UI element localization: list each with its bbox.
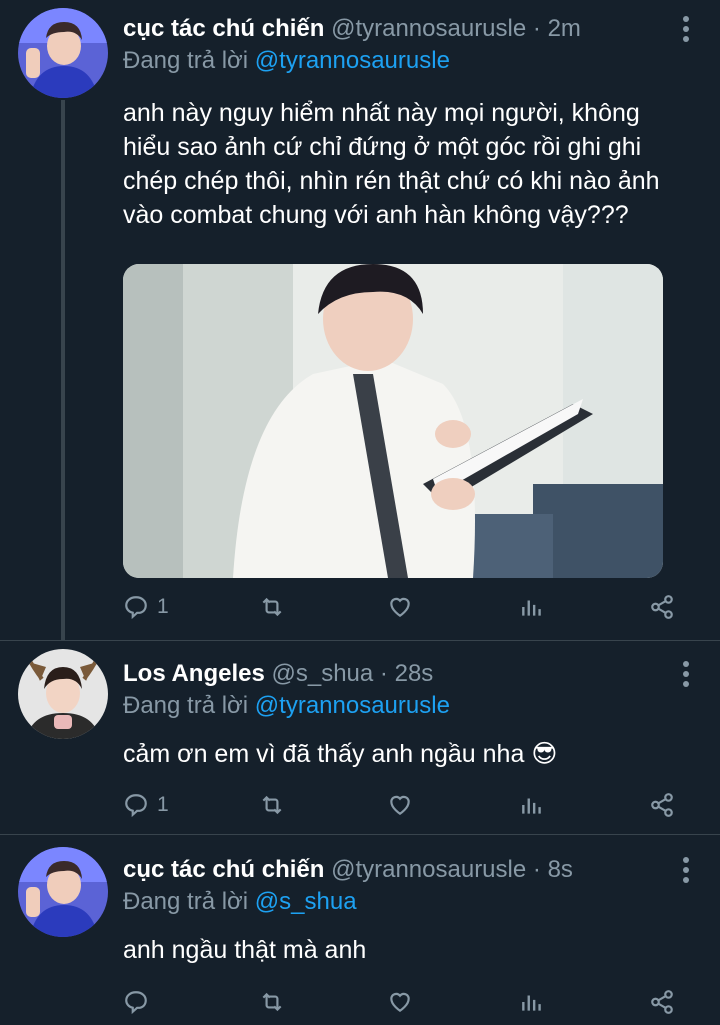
- share-icon: [651, 595, 673, 619]
- share-icon: [651, 990, 673, 1014]
- share-button[interactable]: [649, 594, 675, 620]
- reply-button[interactable]: 1: [123, 792, 169, 818]
- tweet-text: anh này nguy hiểm nhất này mọi người, kh…: [123, 99, 660, 229]
- stats-button[interactable]: [519, 792, 545, 818]
- reply-mention[interactable]: @s_shua: [255, 888, 357, 915]
- tweet-1[interactable]: cục tác chú chiến @tyrannosaurusle · 2m …: [0, 0, 720, 640]
- more-options-icon[interactable]: [682, 661, 690, 687]
- tweet-image[interactable]: [123, 264, 663, 578]
- reply-button[interactable]: 1: [123, 594, 169, 620]
- retweet-icon: [262, 992, 282, 1012]
- timestamp[interactable]: 2m: [548, 15, 581, 42]
- share-button[interactable]: [649, 792, 675, 818]
- replying-to: Đang trả lời @s_shua: [123, 887, 690, 917]
- separator: ·: [532, 856, 541, 883]
- reply-prefix: Đang trả lời: [123, 692, 249, 719]
- tweet-header: Los Angeles @s_shua · 28s: [123, 659, 690, 689]
- separator: ·: [379, 660, 388, 687]
- reply-icon: [125, 596, 147, 620]
- reply-icon: [125, 794, 147, 818]
- timestamp[interactable]: 8s: [548, 856, 573, 883]
- reply-mention[interactable]: @tyrannosaurusle: [255, 47, 450, 74]
- stats-button[interactable]: [519, 989, 545, 1015]
- retweet-icon: [262, 795, 282, 815]
- stats-icon: [522, 600, 541, 616]
- tweet-actions: 1: [123, 788, 683, 822]
- tweet-2[interactable]: Los Angeles @s_shua · 28s Đang trả lời @…: [0, 641, 720, 834]
- replying-to: Đang trả lời @tyrannosaurusle: [123, 46, 690, 76]
- display-name[interactable]: cục tác chú chiến: [123, 15, 324, 42]
- avatar[interactable]: [18, 847, 108, 937]
- like-button[interactable]: [387, 792, 413, 818]
- tweet-text: cảm ơn em vì đã thấy anh ngầu nha 😎: [123, 740, 558, 768]
- more-options-icon[interactable]: [682, 857, 690, 883]
- replying-to: Đang trả lời @tyrannosaurusle: [123, 691, 690, 721]
- like-icon: [390, 597, 410, 617]
- reply-count: 1: [157, 793, 169, 816]
- like-button[interactable]: [387, 594, 413, 620]
- retweet-button[interactable]: [258, 989, 286, 1015]
- retweet-button[interactable]: [258, 594, 286, 620]
- like-icon: [390, 992, 410, 1012]
- separator: ·: [532, 15, 541, 42]
- reply-prefix: Đang trả lời: [123, 888, 249, 915]
- reply-icon: [125, 991, 147, 1015]
- avatar[interactable]: [18, 649, 108, 739]
- reply-prefix: Đang trả lời: [123, 47, 249, 74]
- reply-button[interactable]: [123, 989, 157, 1015]
- tweet-3[interactable]: cục tác chú chiến @tyrannosaurusle · 8s …: [0, 835, 720, 1025]
- tweet-text: anh ngầu thật mà anh: [123, 936, 367, 964]
- share-button[interactable]: [649, 989, 675, 1015]
- stats-button[interactable]: [519, 594, 545, 620]
- reply-count: 1: [157, 595, 169, 618]
- avatar[interactable]: [18, 8, 108, 98]
- retweet-icon: [262, 597, 282, 617]
- stats-icon: [522, 995, 541, 1011]
- like-button[interactable]: [387, 989, 413, 1015]
- tweet-header: cục tác chú chiến @tyrannosaurusle · 2m: [123, 14, 690, 44]
- like-icon: [390, 795, 410, 815]
- tweet-header: cục tác chú chiến @tyrannosaurusle · 8s: [123, 855, 690, 885]
- display-name[interactable]: Los Angeles: [123, 660, 265, 687]
- stats-icon: [522, 798, 541, 814]
- display-name[interactable]: cục tác chú chiến: [123, 856, 324, 883]
- tweet-actions: 1: [123, 590, 683, 624]
- reply-mention[interactable]: @tyrannosaurusle: [255, 692, 450, 719]
- timestamp[interactable]: 28s: [395, 660, 434, 687]
- more-options-icon[interactable]: [682, 16, 690, 42]
- retweet-button[interactable]: [258, 792, 286, 818]
- tweet-actions: [123, 985, 683, 1019]
- user-handle[interactable]: @s_shua: [271, 660, 373, 687]
- user-handle[interactable]: @tyrannosaurusle: [331, 15, 526, 42]
- user-handle[interactable]: @tyrannosaurusle: [331, 856, 526, 883]
- share-icon: [651, 793, 673, 817]
